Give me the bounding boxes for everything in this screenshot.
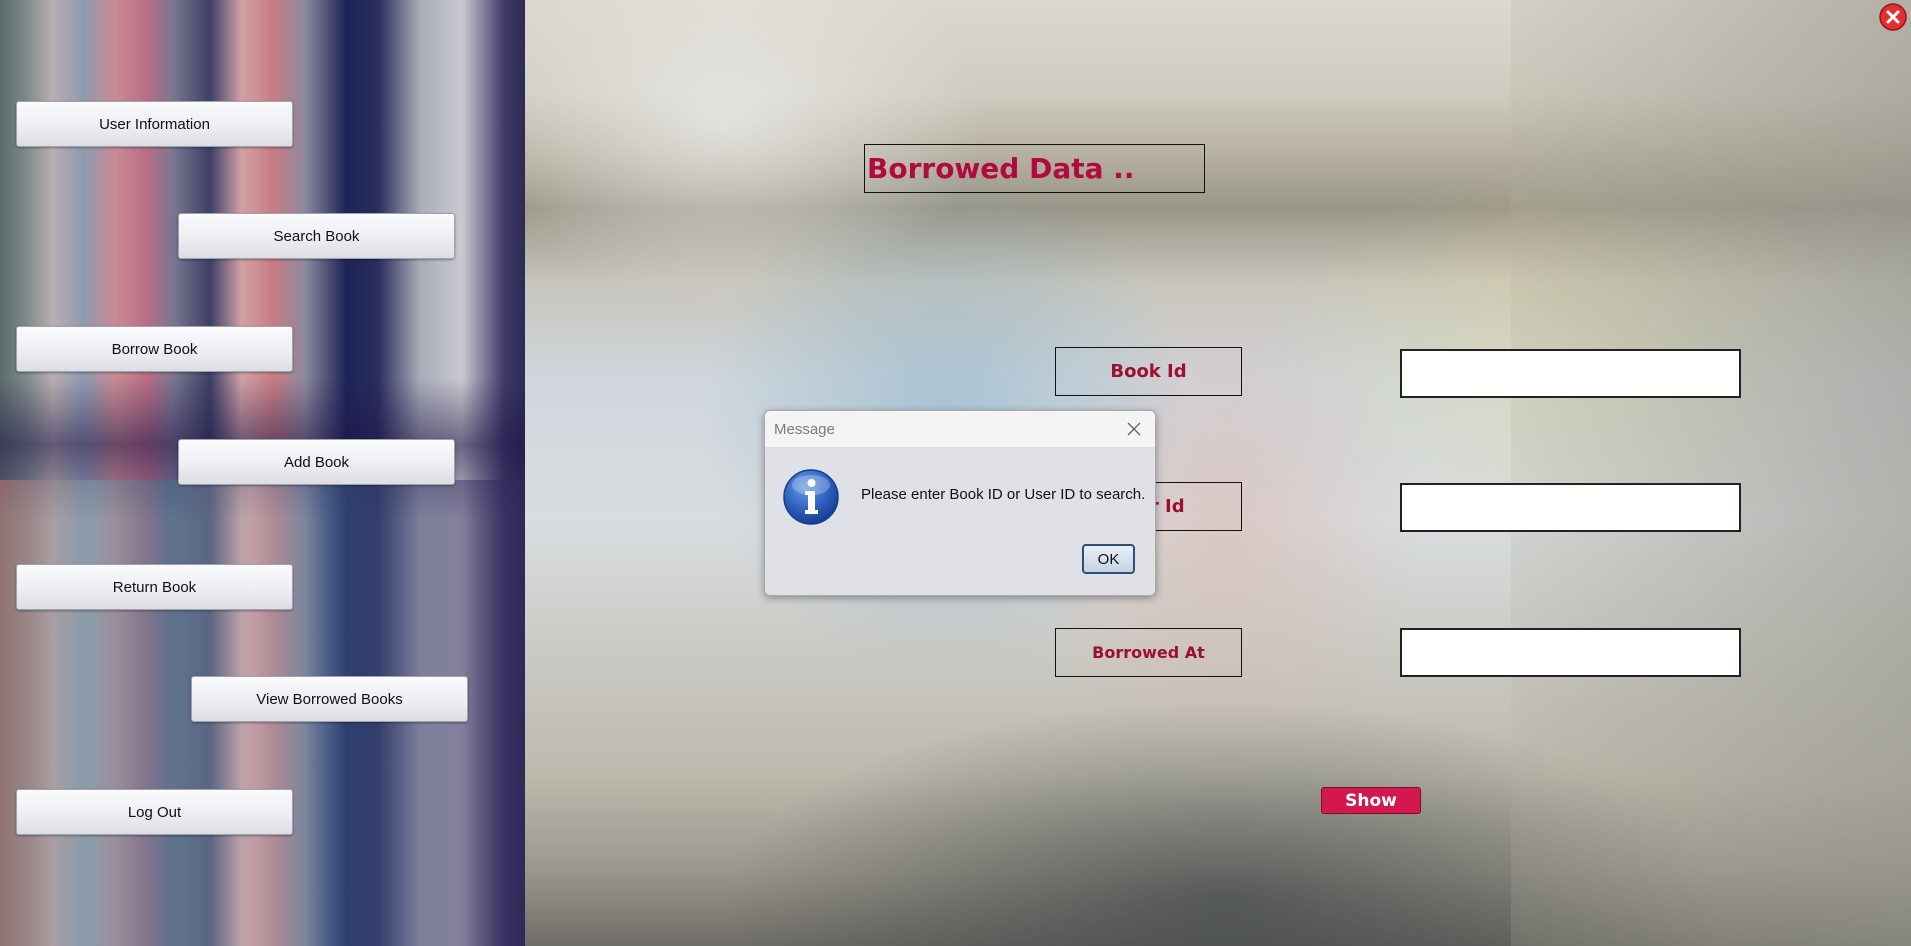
main-background xyxy=(525,0,1911,946)
message-dialog: Message Please enter Book ID or User ID … xyxy=(764,410,1156,596)
user-id-input[interactable] xyxy=(1400,483,1741,532)
borrowed-at-input[interactable] xyxy=(1400,628,1741,677)
dialog-close-icon[interactable] xyxy=(1125,420,1143,438)
view-borrowed-books-button[interactable]: View Borrowed Books xyxy=(191,676,468,722)
book-id-input[interactable] xyxy=(1400,349,1741,398)
borrowed-at-label: Borrowed At xyxy=(1055,628,1242,677)
book-id-label: Book Id xyxy=(1055,347,1242,396)
borrow-book-button[interactable]: Borrow Book xyxy=(16,326,293,372)
return-book-button[interactable]: Return Book xyxy=(16,564,293,610)
add-book-button[interactable]: Add Book xyxy=(178,439,455,485)
log-out-button[interactable]: Log Out xyxy=(16,789,293,835)
dialog-title-bar: Message xyxy=(765,411,1155,448)
close-icon[interactable] xyxy=(1878,2,1908,32)
search-book-button[interactable]: Search Book xyxy=(178,213,455,259)
dialog-body: Please enter Book ID or User ID to searc… xyxy=(765,448,1155,595)
user-information-button[interactable]: User Information xyxy=(16,101,293,147)
info-icon xyxy=(783,469,839,525)
dialog-title: Message xyxy=(774,420,835,438)
ok-button[interactable]: OK xyxy=(1082,544,1135,574)
dialog-message: Please enter Book ID or User ID to searc… xyxy=(861,486,1146,503)
page-title: Borrowed Data .. xyxy=(864,144,1205,193)
show-button[interactable]: Show xyxy=(1321,787,1421,814)
